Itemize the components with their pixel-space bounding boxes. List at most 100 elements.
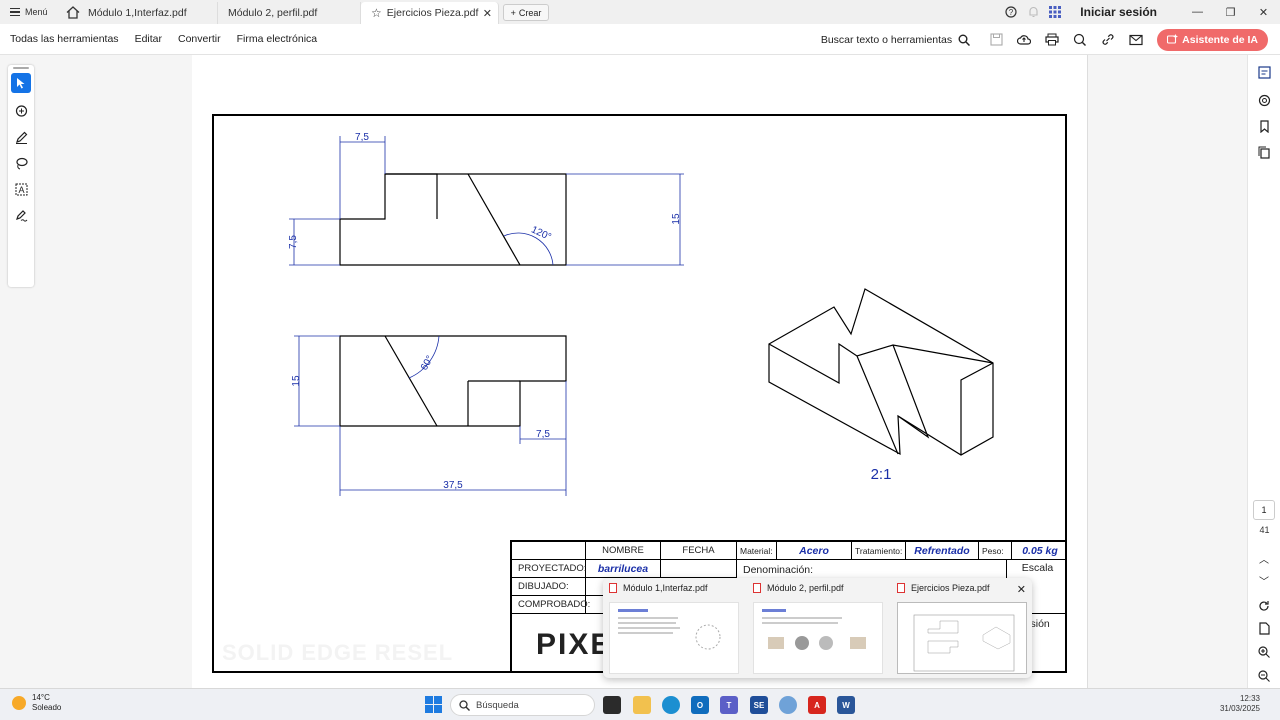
create-button[interactable]: + Crear	[503, 4, 549, 21]
mail-icon[interactable]	[1129, 34, 1143, 46]
menu-edit[interactable]: Editar	[135, 33, 162, 45]
link-icon[interactable]	[1101, 33, 1115, 46]
lasso-icon	[15, 157, 28, 169]
menu-convert[interactable]: Convertir	[178, 33, 221, 45]
right-rail: 1 41 ︿ ﹀	[1247, 55, 1280, 688]
select-tool[interactable]	[11, 73, 31, 93]
top-view-slope	[384, 335, 438, 427]
system-clock[interactable]: 12:33 31/03/2025	[1220, 694, 1260, 714]
menu-esign[interactable]: Firma electrónica	[237, 33, 318, 45]
copy-pages-icon[interactable]	[1255, 143, 1273, 161]
zoom-in-icon[interactable]	[1255, 643, 1273, 661]
file-explorer-icon[interactable]	[633, 696, 651, 714]
taskbar-search[interactable]: Búsqueda	[450, 694, 595, 716]
lasso-tool[interactable]	[11, 153, 31, 173]
text-tool[interactable]: A	[11, 179, 31, 199]
pencil-icon	[15, 131, 27, 144]
comment-tool[interactable]	[11, 101, 31, 121]
page-options-icon[interactable]	[1255, 619, 1273, 637]
dim-overall-37-5: 37,5	[443, 480, 463, 491]
tab-modulo-2[interactable]: Módulo 2, perfil.pdf	[218, 2, 361, 24]
tb-tratamiento-label: Tratamiento:	[852, 542, 906, 560]
menu-label: Menú	[25, 7, 48, 17]
quick-tools: A	[8, 65, 34, 287]
tb-corner	[512, 542, 586, 560]
bell-icon[interactable]	[1022, 0, 1044, 24]
tb-proyectado-fecha	[661, 560, 737, 578]
pdf-icon	[609, 583, 617, 593]
search-tools-label: Buscar texto o herramientas	[820, 33, 953, 46]
signin-button[interactable]: Iniciar sesión	[1080, 5, 1157, 19]
draw-tool[interactable]	[11, 127, 31, 147]
temperature: 14°C	[32, 693, 50, 702]
thumbnail-modulo-1[interactable]: Módulo 1,Interfaz.pdf	[603, 578, 743, 678]
dim-angle-60: 60°	[419, 354, 436, 373]
clock-date: 31/03/2025	[1219, 704, 1260, 713]
ai-assistant-button[interactable]: Asistente de IA	[1157, 28, 1268, 51]
apps-grid-icon[interactable]	[1044, 0, 1066, 24]
print-icon[interactable]	[1045, 33, 1059, 46]
tb-material-value: Acero	[777, 542, 852, 560]
menu-all-tools[interactable]: Todas las herramientas	[10, 33, 119, 45]
thumbnail-modulo-2[interactable]: Módulo 2, perfil.pdf	[747, 578, 887, 678]
ai-chat-icon[interactable]	[1255, 91, 1273, 109]
sign-tool[interactable]	[11, 205, 31, 225]
word-icon[interactable]: W	[837, 696, 855, 714]
settings-gear-icon[interactable]	[779, 696, 797, 714]
zoom-out-icon[interactable]	[1255, 667, 1273, 685]
tb-peso-value: 0.05 kg	[1012, 542, 1065, 560]
save-icon[interactable]	[990, 33, 1003, 46]
prev-page-icon[interactable]: ︿	[1255, 549, 1273, 567]
tb-peso-label: Peso:	[979, 542, 1012, 560]
minimize-icon[interactable]: —	[1181, 0, 1214, 24]
pdf-icon	[897, 583, 905, 593]
tb-material-label: Material:	[737, 542, 777, 560]
menu-button[interactable]: Menú	[0, 0, 58, 24]
front-view-slot	[385, 173, 438, 219]
next-page-icon[interactable]: ﹀	[1255, 571, 1273, 589]
acrobat-icon[interactable]: A	[808, 696, 826, 714]
thumbnail-preview	[609, 602, 739, 674]
outlook-icon[interactable]: O	[691, 696, 709, 714]
star-icon[interactable]: ☆	[371, 6, 382, 20]
drag-handle[interactable]	[13, 67, 29, 69]
tab-modulo-1[interactable]: Módulo 1,Interfaz.pdf	[78, 2, 218, 24]
tab-label: Módulo 1,Interfaz.pdf	[88, 7, 187, 19]
windows-taskbar: 14°C Soleado Búsqueda O T SE A W 12:33 3…	[0, 688, 1280, 720]
dim-bottom-15: 15	[291, 375, 302, 387]
left-panel: A	[0, 55, 192, 688]
search-tools-button[interactable]: Buscar texto o herramientas	[820, 33, 971, 46]
rotate-icon[interactable]	[1255, 597, 1273, 615]
current-page-field[interactable]: 1	[1253, 500, 1275, 520]
cloud-upload-icon[interactable]	[1017, 33, 1032, 46]
tab-bar: Menú Módulo 1,Interfaz.pdf Módulo 2, per…	[0, 0, 1280, 24]
tb-nombre: NOMBRE	[586, 542, 661, 560]
ai-search-icon[interactable]	[1073, 33, 1087, 46]
tab-ejercicios-pieza[interactable]: ☆ Ejercicios Pieza.pdf ✕	[361, 2, 499, 24]
front-view-slope	[467, 173, 521, 266]
close-preview-icon[interactable]: ✕	[1017, 583, 1026, 596]
start-button[interactable]	[425, 696, 442, 713]
dim-left-7-5: 7,5	[288, 235, 299, 249]
restore-icon[interactable]: ❐	[1214, 0, 1247, 24]
thumbnail-ejercicios-pieza[interactable]: Ejercicios Pieza.pdf	[891, 578, 1031, 678]
tb-dibujado-label: DIBUJADO:	[512, 578, 586, 596]
close-tab-icon[interactable]: ✕	[483, 7, 492, 20]
weather-widget[interactable]: 14°C Soleado	[12, 693, 61, 713]
bookmark-icon[interactable]	[1255, 117, 1273, 135]
comment-icon	[15, 104, 27, 117]
solid-edge-icon[interactable]: SE	[750, 696, 768, 714]
teams-icon[interactable]: T	[720, 696, 738, 714]
task-view-icon[interactable]	[603, 696, 621, 714]
dim-right-15: 15	[671, 213, 682, 225]
window-close-icon[interactable]: ✕	[1247, 0, 1280, 24]
search-placeholder: Búsqueda	[476, 699, 519, 711]
dim-top-7-5: 7,5	[355, 132, 369, 143]
tab-label: Módulo 2, perfil.pdf	[228, 7, 318, 19]
help-icon[interactable]: ?	[1000, 0, 1022, 24]
plus-icon: +	[510, 7, 516, 18]
ai-assistant-label: Asistente de IA	[1182, 33, 1258, 46]
comments-panel-icon[interactable]	[1255, 63, 1273, 81]
sun-icon	[12, 696, 26, 710]
edge-browser-icon[interactable]	[662, 696, 680, 714]
